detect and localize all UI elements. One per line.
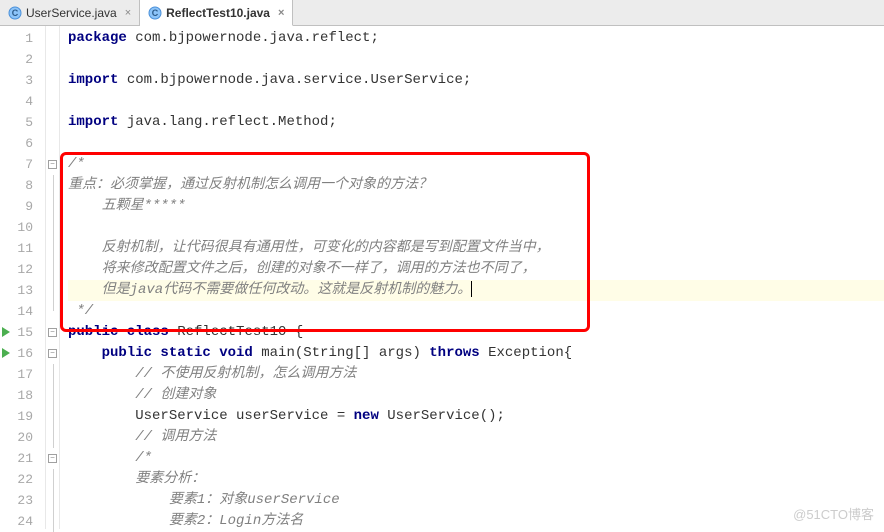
code-line: 要素分析： [68,469,884,490]
fold-toggle-icon[interactable]: − [48,328,57,337]
line-number: 2 [0,49,45,70]
code-line: import com.bjpowernode.java.service.User… [68,70,884,91]
line-number: 14 [0,301,45,322]
tab-reflecttest10[interactable]: C ReflectTest10.java × [140,0,293,26]
close-icon[interactable]: × [125,7,131,19]
code-line: // 不使用反射机制，怎么调用方法 [68,364,884,385]
line-number: 20 [0,427,45,448]
code-line: 重点：必须掌握，通过反射机制怎么调用一个对象的方法？ [68,175,884,196]
code-line: package com.bjpowernode.java.reflect; [68,28,884,49]
line-number: 8 [0,175,45,196]
line-number: 1 [0,28,45,49]
fold-toggle-icon[interactable]: − [48,454,57,463]
line-number: 19 [0,406,45,427]
line-number: 18 [0,385,45,406]
line-number: 3 [0,70,45,91]
editor-tabs: C UserService.java × C ReflectTest10.jav… [0,0,884,26]
run-icon[interactable] [2,327,10,337]
line-number: 22 [0,469,45,490]
fold-toggle-icon[interactable]: − [48,160,57,169]
code-line: 反射机制，让代码很具有通用性，可变化的内容都是写到配置文件当中， [68,238,884,259]
code-line [68,49,884,70]
code-area[interactable]: package com.bjpowernode.java.reflect; im… [60,26,884,529]
line-number: 21 [0,448,45,469]
code-line: // 调用方法 [68,427,884,448]
fold-column: − − − − [46,26,60,529]
code-line: public class ReflectTest10 { [68,322,884,343]
line-number: 9 [0,196,45,217]
code-line: 将来修改配置文件之后，创建的对象不一样了，调用的方法也不同了， [68,259,884,280]
tab-userservice[interactable]: C UserService.java × [0,0,140,25]
line-number-gutter: 1 2 3 4 5 6 7 8 9 10 11 12 13 14 15 16 1… [0,26,46,529]
code-line: 五颗星***** [68,196,884,217]
close-icon[interactable]: × [278,7,284,19]
fold-toggle-icon[interactable]: − [48,349,57,358]
class-icon: C [8,6,22,20]
tab-label: ReflectTest10.java [166,6,270,20]
code-line [68,91,884,112]
line-number: 4 [0,91,45,112]
line-number: 16 [0,343,45,364]
code-line: // 创建对象 [68,385,884,406]
code-line: import java.lang.reflect.Method; [68,112,884,133]
code-line: 要素1：对象userService [68,490,884,511]
line-number: 7 [0,154,45,175]
svg-text:C: C [152,8,159,18]
line-number: 13 [0,280,45,301]
line-number: 10 [0,217,45,238]
code-line: /* [68,154,884,175]
line-number: 12 [0,259,45,280]
code-line [68,133,884,154]
line-number: 23 [0,490,45,511]
code-line: 但是java代码不需要做任何改动。这就是反射机制的魅力。 [68,280,884,301]
text-cursor [471,281,472,297]
line-number: 15 [0,322,45,343]
line-number: 11 [0,238,45,259]
line-number: 6 [0,133,45,154]
line-number: 17 [0,364,45,385]
code-line: */ [68,301,884,322]
run-icon[interactable] [2,348,10,358]
editor-area: 1 2 3 4 5 6 7 8 9 10 11 12 13 14 15 16 1… [0,26,884,529]
code-line [68,217,884,238]
code-line: UserService userService = new UserServic… [68,406,884,427]
line-number: 5 [0,112,45,133]
svg-text:C: C [12,8,19,18]
tab-label: UserService.java [26,6,117,20]
class-icon: C [148,6,162,20]
code-line: /* [68,448,884,469]
code-line: public static void main(String[] args) t… [68,343,884,364]
